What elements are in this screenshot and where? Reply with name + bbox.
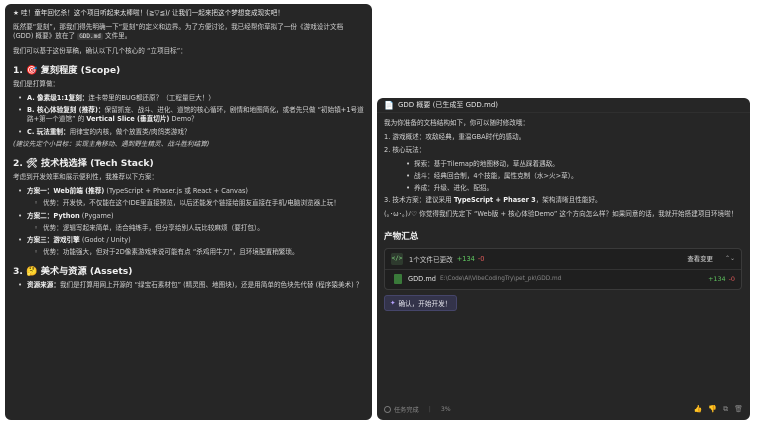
gdd-item-3: 3. 技术方案：建议采用 TypeScript + Phaser 3，架构清晰且… (384, 196, 602, 205)
intro-goal: 我们可以基于这份草稿，确认以下几个核心的 “立项目标”： (13, 46, 187, 55)
closing-question: (｡･ω･｡)ﾉ♡ 你觉得我们先定下 “Web版 + 核心体验Demo” 这个方… (384, 210, 738, 219)
list-item: 资源来源：我们是打算用网上开源的 “绿宝石素材包” (精灵图、地图块)，还是用简… (13, 281, 364, 290)
sparkle-icon: ✦ (390, 298, 396, 307)
tech-lead: 考虑到开发效率和展示便利性，我推荐以下方案： (13, 173, 159, 182)
gdd-item-2: 2. 核心玩法： (384, 146, 426, 155)
status-footer: 任务完成 | 3% 👍 👎 ⧉ 🗑 (384, 403, 743, 415)
intro-line: ★ 哇！童年回忆杀！这个项目听起来太棒啦！(≧▽≦)/ 让我们一起来把这个梦想变… (13, 9, 284, 17)
confirm-start-button[interactable]: ✦ 确认，开始开发！ (384, 294, 458, 311)
product-summary-title: 产物汇总 (384, 231, 419, 242)
copy-icon[interactable]: ⧉ (723, 405, 728, 414)
file-row[interactable]: GDD.md E:\Code\AI\VibeCodingTry\pet_pk\G… (385, 268, 741, 289)
list-item: 养成：升级、进化、配招。 (384, 184, 743, 193)
scope-lead: 我们是打算做： (13, 79, 60, 88)
document-icon: 📄 (384, 100, 394, 110)
list-item: 探索：基于Tilemap的地图移动，草丛踩着遇敌。 (384, 160, 743, 169)
code-icon: </> (391, 252, 403, 265)
gdd-lead: 我为你准备的文档结构如下，你可以随时修改哦： (384, 119, 530, 127)
file-icon (394, 274, 402, 285)
section-tech-title: 2. 🛠 技术栈选择 (Tech Stack) (13, 158, 154, 170)
list-subitem: 优势：开发快，不仅能在这个IDE里直接预览，以后还能发个链接给朋友直接在手机/电… (13, 199, 364, 208)
tech-list: 方案一：Web前端 (推荐) (TypeScript + Phaser.js 或… (13, 187, 364, 257)
scope-note: (建议先定个小目标：实现主角移动、遇到野生精灵、战斗胜利结算) (13, 139, 210, 148)
list-item: 方案一：Web前端 (推荐) (TypeScript + Phaser.js 或… (13, 187, 364, 196)
list-subitem: 优势：功能强大，但对于2D像素游戏来说可能有点 “杀鸡用牛刀”，且环境配置稍繁琐… (13, 248, 364, 257)
list-item: 战斗：经典回合制，4个技能，属性克制（水>火>草）。 (384, 172, 743, 181)
collapse-icon[interactable]: ⌃⌄ (725, 255, 735, 262)
gdd-file-code: GDD.md (77, 33, 103, 41)
delete-icon[interactable]: 🗑 (734, 405, 743, 414)
list-item: 方案二：Python (Pygame) (13, 212, 364, 221)
changes-card: </> 1个文件已更改 +134 -0 查看变更 ⌃⌄ GDD.md E:\Co… (384, 247, 742, 290)
view-changes-button[interactable]: 查看变更 (687, 254, 713, 263)
list-item: 方案三：游戏引擎 (Godot / Unity) (13, 236, 364, 245)
intro-paragraph: 既然要“复刻”，那我们得先明确一下“复刻”的定义和边界。为了方便讨论，我已经帮你… (13, 23, 344, 41)
list-item: C. 玩法重制：用律宝的内核，做个放置类/肉鸽类游戏？ (13, 128, 364, 137)
chat-message-right: 📄 GDD 概要 (已生成至 GDD.md) 我为你准备的文档结构如下，你可以随… (377, 98, 750, 420)
thumbs-up-icon[interactable]: 👍 (694, 405, 703, 414)
assets-list: 资源来源：我们是打算用网上开源的 “绿宝石素材包” (精灵图、地图块)，还是用简… (13, 281, 364, 290)
changes-row[interactable]: </> 1个文件已更改 +134 -0 查看变更 ⌃⌄ (385, 249, 741, 269)
chat-message-left: ★ 哇！童年回忆杀！这个项目听起来太棒啦！(≧▽≦)/ 让我们一起来把这个梦想变… (5, 4, 372, 420)
gdd-item-1: 1. 游戏概述：攻敌经典，重温GBA时代的感动。 (384, 133, 526, 142)
list-item: B. 核心体验复刻 (推荐)：保留抓宠、战斗、进化、道馆的核心循环，剧情和地图简… (13, 106, 364, 124)
thumbs-down-icon[interactable]: 👎 (708, 405, 717, 414)
section-assets-title: 3. 🤔 美术与资源 (Assets) (13, 266, 133, 278)
status-icon (384, 405, 391, 413)
list-subitem: 优势：逻辑写起来简单，适合纯练手，但分享给别人玩比较麻烦（要打包）。 (13, 224, 364, 233)
section-scope-title: 1. 🎯 复刻程度 (Scope) (13, 64, 121, 76)
scope-list: A. 像素级1:1复刻：连卡带里的BUG都还原？（工程量巨大！） B. 核心体验… (13, 94, 364, 137)
list-item: A. 像素级1:1复刻：连卡带里的BUG都还原？（工程量巨大！） (13, 94, 364, 103)
gdd-header: 📄 GDD 概要 (已生成至 GDD.md) (377, 98, 750, 113)
footer-actions: 👍 👎 ⧉ 🗑 (694, 405, 743, 414)
